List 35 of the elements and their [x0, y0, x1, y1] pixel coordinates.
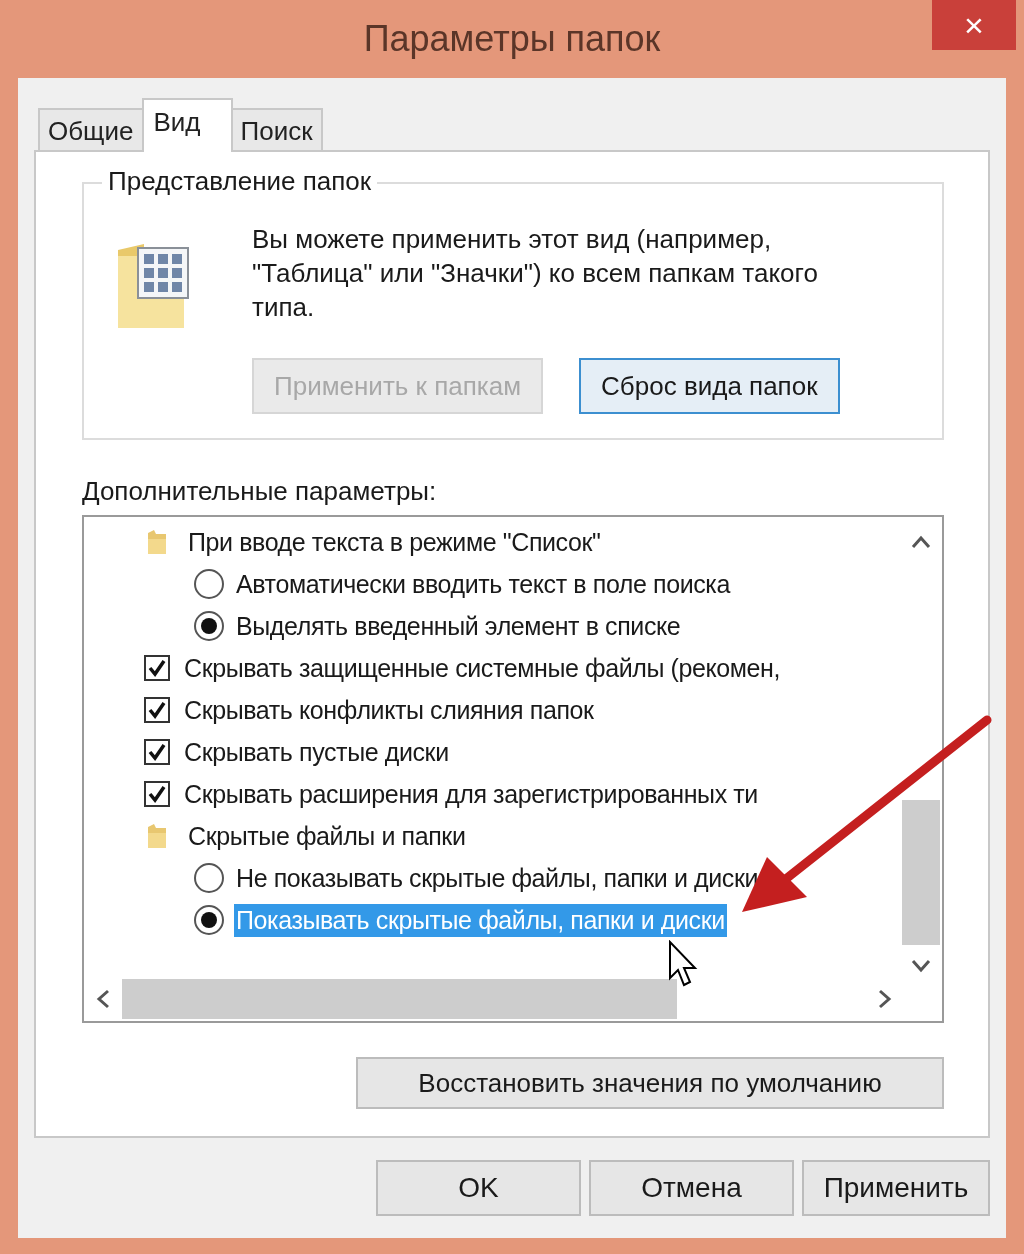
- tab[interactable]: Вид: [141, 98, 233, 152]
- folder-icon: [146, 823, 168, 849]
- tab[interactable]: Общие: [38, 108, 144, 152]
- option-label[interactable]: Автоматически вводить текст в поле поиска: [234, 567, 732, 601]
- radio-button[interactable]: [194, 905, 224, 935]
- option-label[interactable]: Скрывать защищенные системные файлы (рекомен,: [182, 651, 783, 685]
- radio-button[interactable]: [194, 569, 224, 599]
- option-label[interactable]: Выделять введенный элемент в списке: [234, 609, 683, 643]
- group-label: При вводе текста в режиме "Список": [187, 526, 602, 558]
- scroll-right-icon[interactable]: [878, 988, 892, 1010]
- radio-button[interactable]: [194, 611, 224, 641]
- section-label: Дополнительные параметры:: [82, 476, 438, 507]
- close-button[interactable]: ×: [932, 0, 1016, 50]
- mouse-cursor-icon: [668, 940, 698, 988]
- scroll-left-icon[interactable]: [96, 988, 110, 1010]
- window-title: Параметры папок: [363, 18, 661, 60]
- tab[interactable]: Поиск: [230, 108, 323, 152]
- option-label[interactable]: Скрывать расширения для зарегистрированных ти: [182, 777, 760, 811]
- checkbox[interactable]: [144, 655, 170, 681]
- description-text: Вы можете применить этот вид (например, "Таблица" или "Значки") ко всем папкам такого типа.: [252, 223, 819, 324]
- scroll-up-icon[interactable]: [910, 535, 932, 549]
- dialog-button[interactable]: Отмена: [589, 1160, 794, 1216]
- group-label: Скрытые файлы и папки: [187, 820, 467, 852]
- restore-defaults-button[interactable]: Восстановить значения по умолчанию: [356, 1057, 944, 1109]
- dialog-button[interactable]: OK: [376, 1160, 581, 1216]
- checkbox[interactable]: [144, 781, 170, 807]
- apply-button[interactable]: Сброс вида папок: [579, 358, 840, 414]
- radio-button[interactable]: [194, 863, 224, 893]
- option-label[interactable]: Скрывать конфликты слияния папок: [182, 693, 596, 727]
- checkbox[interactable]: [144, 739, 170, 765]
- option-label[interactable]: Скрывать пустые диски: [182, 735, 451, 769]
- scroll-down-icon[interactable]: [910, 959, 932, 973]
- folder-icon: [146, 529, 168, 555]
- checkbox[interactable]: [144, 697, 170, 723]
- dialog-button[interactable]: Применить: [802, 1160, 990, 1216]
